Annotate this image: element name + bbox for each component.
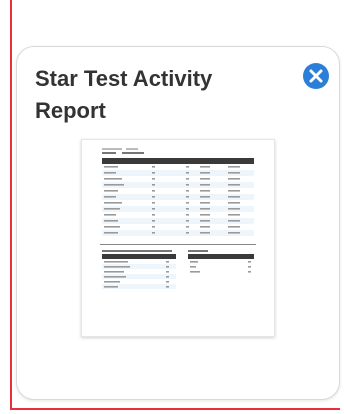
close-button[interactable]	[303, 63, 329, 89]
report-card[interactable]: Star Test Activity Report	[16, 46, 340, 400]
report-thumbnail[interactable]	[81, 139, 275, 337]
close-icon	[309, 69, 323, 83]
report-preview-graphic	[100, 148, 256, 289]
report-title: Star Test Activity Report	[35, 66, 213, 123]
